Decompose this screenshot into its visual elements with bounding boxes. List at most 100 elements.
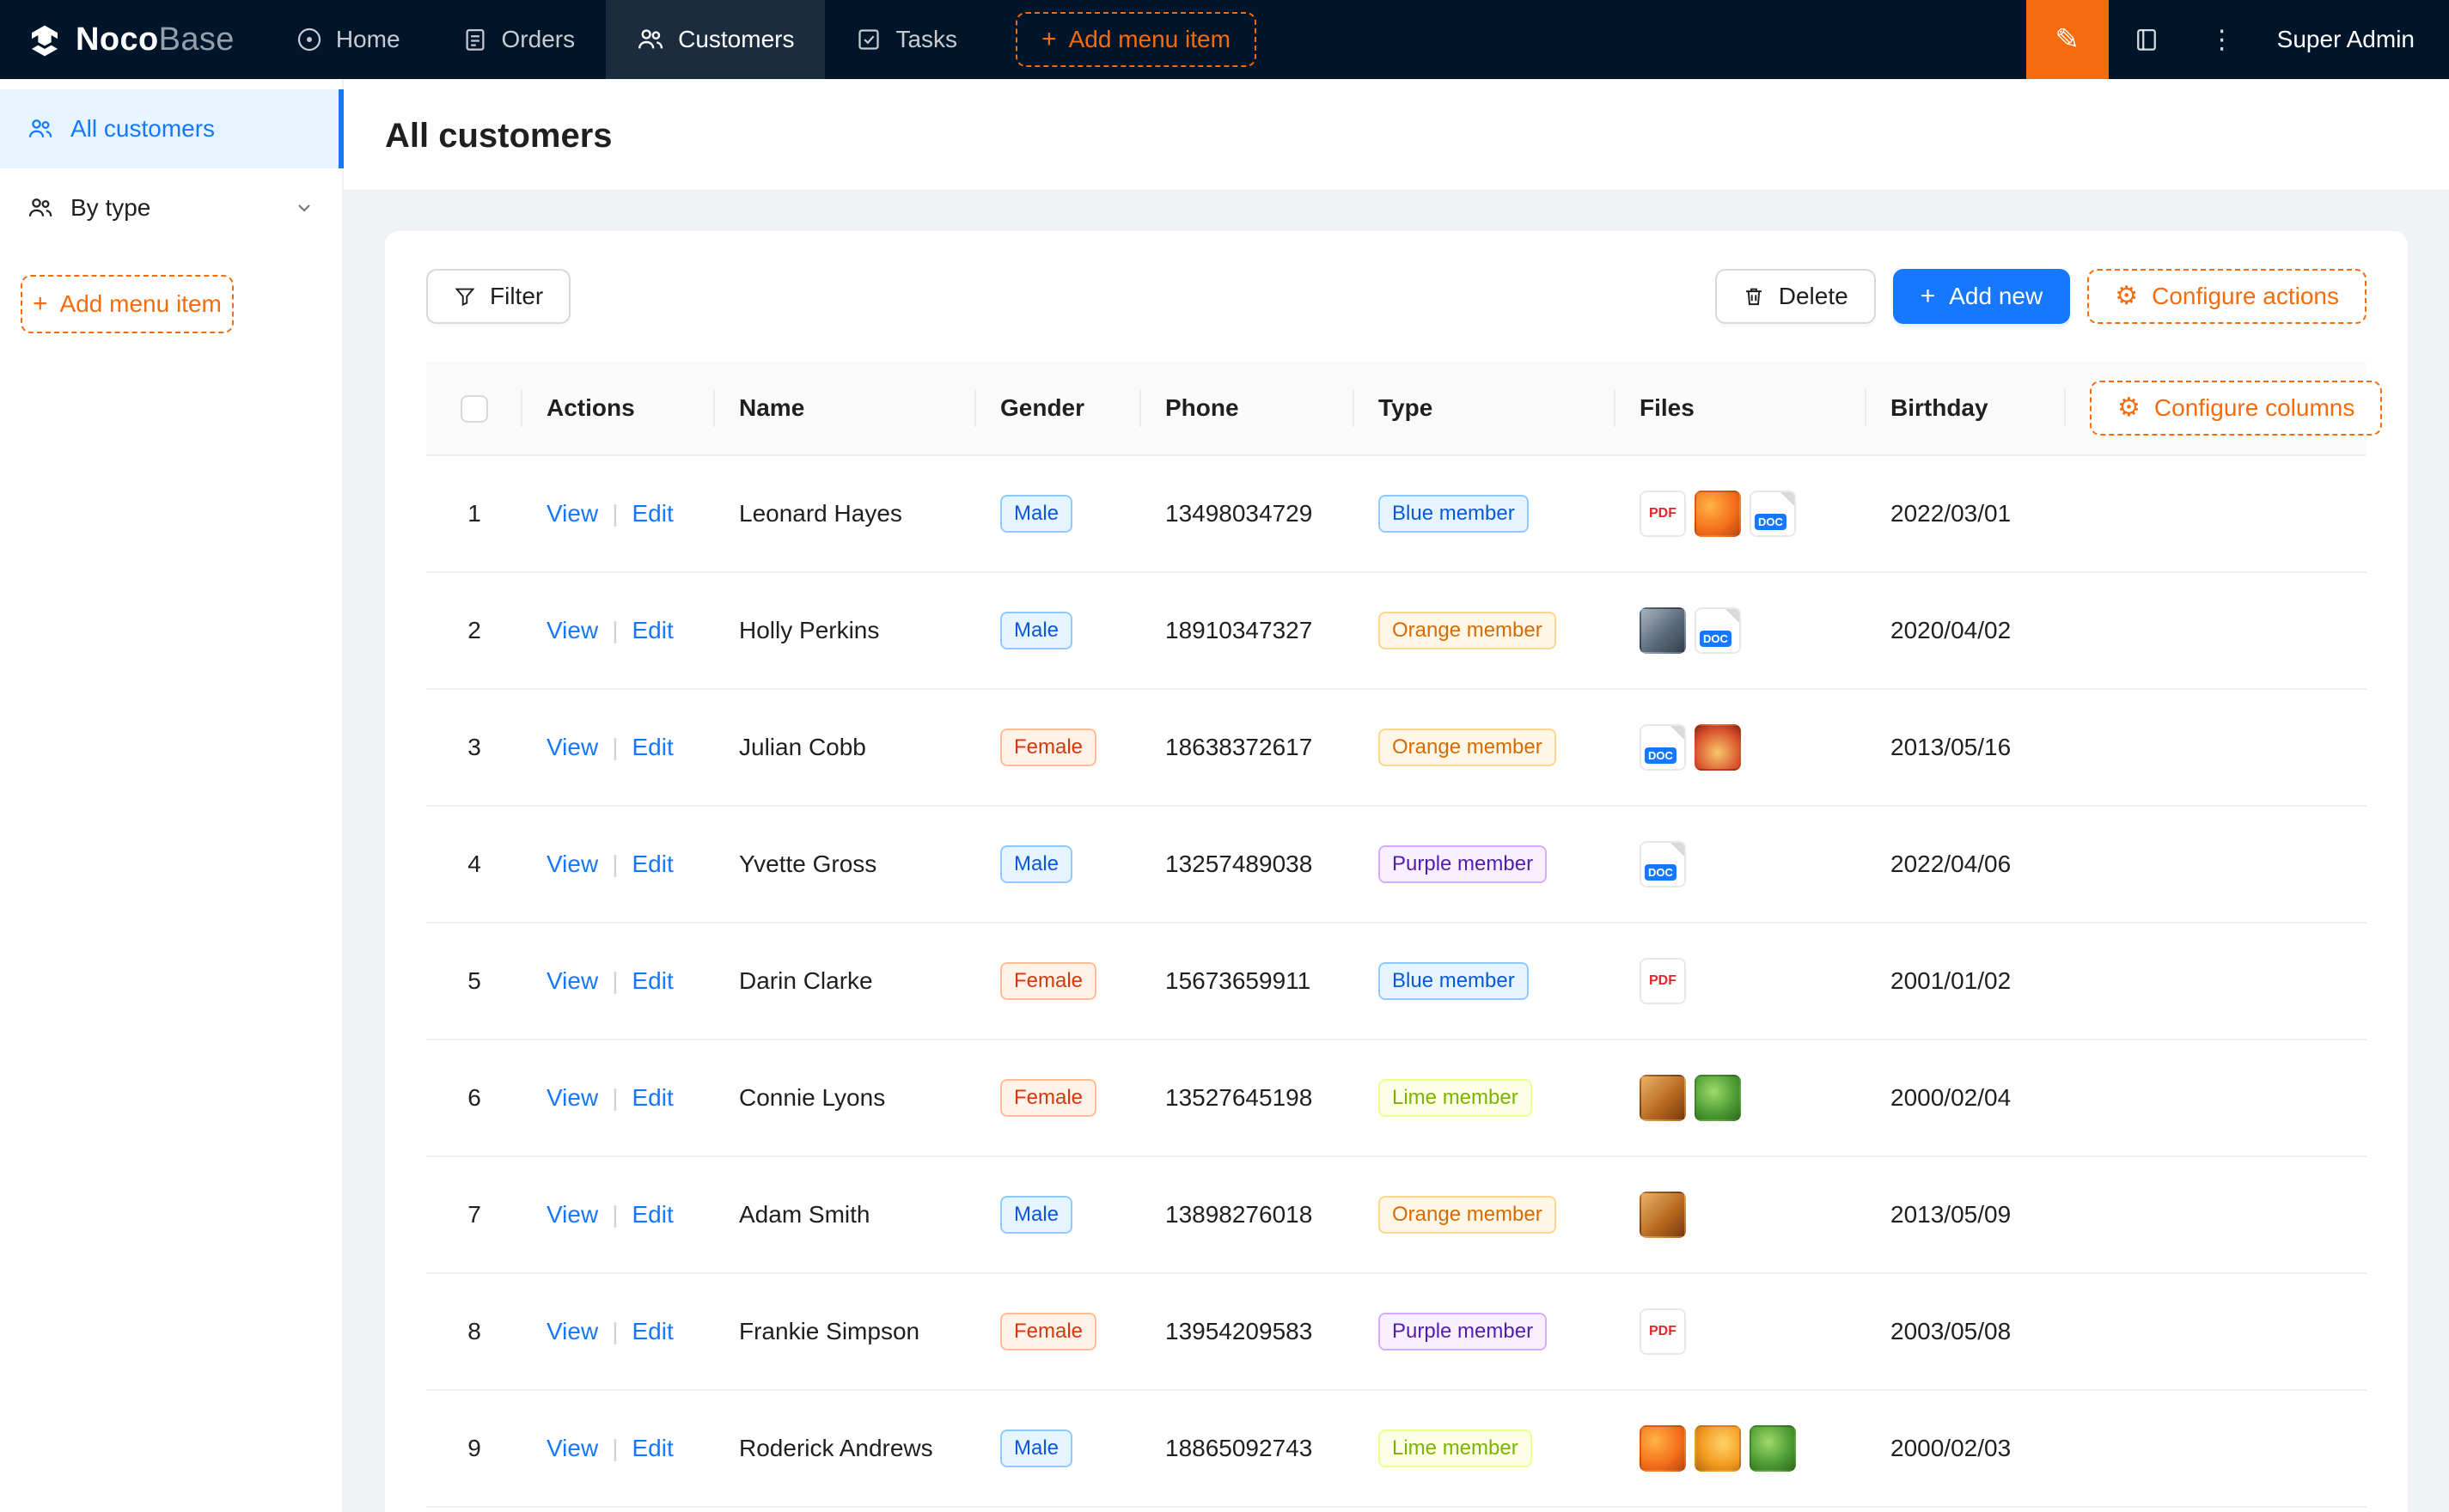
pdf-file-icon[interactable]: PDF xyxy=(1640,491,1686,537)
row-index-cell: 5 xyxy=(426,923,522,1040)
top-navbar: NocoBase Home Orders Customers Tasks + A… xyxy=(0,0,2449,79)
column-header-birthday: Birthday xyxy=(1866,362,2066,455)
view-link[interactable]: View xyxy=(547,500,598,527)
image-thumbnail[interactable] xyxy=(1695,1075,1741,1121)
row-actions-cell: View|Edit xyxy=(522,923,715,1040)
vertical-ellipsis-icon: ⋮ xyxy=(2209,25,2235,55)
edit-link[interactable]: Edit xyxy=(632,617,673,643)
user-menu[interactable]: Super Admin xyxy=(2260,0,2449,79)
image-thumbnail[interactable] xyxy=(1695,724,1741,771)
type-tag: Purple member xyxy=(1378,1313,1547,1350)
edit-link[interactable]: Edit xyxy=(632,1435,673,1461)
name-cell: Frankie Simpson xyxy=(715,1273,976,1390)
phone-cell: 18865092743 xyxy=(1141,1390,1354,1507)
add-new-button[interactable]: + Add new xyxy=(1893,269,2071,324)
nav-item-customers[interactable]: Customers xyxy=(606,0,825,79)
gender-tag: Male xyxy=(1000,1196,1072,1234)
docs-book-button[interactable] xyxy=(2109,0,2184,79)
row-index-cell: 2 xyxy=(426,572,522,689)
table-row: 4View|EditYvette GrossMale13257489038Pur… xyxy=(426,806,2367,923)
view-link[interactable]: View xyxy=(547,617,598,643)
nav-item-tasks[interactable]: Tasks xyxy=(825,0,988,79)
type-cell: Orange member xyxy=(1354,689,1615,806)
table-row: 8View|EditFrankie SimpsonFemale139542095… xyxy=(426,1273,2367,1390)
image-thumbnail[interactable] xyxy=(1640,1075,1686,1121)
doc-file-icon[interactable]: DOC xyxy=(1640,724,1686,771)
doc-file-icon[interactable]: DOC xyxy=(1640,841,1686,887)
delete-button[interactable]: Delete xyxy=(1715,269,1876,324)
row-actions-cell: View|Edit xyxy=(522,1273,715,1390)
files-cell xyxy=(1615,1040,1866,1156)
column-header-gender: Gender xyxy=(976,362,1141,455)
type-tag: Lime member xyxy=(1378,1079,1532,1117)
action-divider: | xyxy=(612,617,618,643)
navbar-right: ✎ ⋮ Super Admin xyxy=(2026,0,2449,79)
view-link[interactable]: View xyxy=(547,850,598,877)
image-thumbnail[interactable] xyxy=(1695,491,1741,537)
nav-item-label: Customers xyxy=(678,26,794,53)
column-header-name: Name xyxy=(715,362,976,455)
phone-cell: 18910347327 xyxy=(1141,572,1354,689)
select-all-checkbox[interactable] xyxy=(461,395,488,423)
edit-link[interactable]: Edit xyxy=(632,734,673,760)
more-options-button[interactable]: ⋮ xyxy=(2184,0,2260,79)
people-icon xyxy=(637,26,664,53)
edit-link[interactable]: Edit xyxy=(632,967,673,994)
nav-item-orders[interactable]: Orders xyxy=(431,0,607,79)
main-content: All customers Filter Delete xyxy=(344,79,2449,1512)
edit-link[interactable]: Edit xyxy=(632,1201,673,1228)
edit-link[interactable]: Edit xyxy=(632,500,673,527)
home-icon xyxy=(296,27,322,52)
image-thumbnail[interactable] xyxy=(1695,1425,1741,1472)
pdf-file-icon[interactable]: PDF xyxy=(1640,1308,1686,1355)
birthday-cell: 2001/01/02 xyxy=(1866,923,2066,1040)
nocobase-logo[interactable]: NocoBase xyxy=(0,0,266,79)
row-actions-cell: View|Edit xyxy=(522,1390,715,1507)
add-menu-item-button[interactable]: + Add menu item xyxy=(1016,12,1256,67)
filler-cell xyxy=(2066,455,2367,572)
view-link[interactable]: View xyxy=(547,734,598,760)
image-thumbnail[interactable] xyxy=(1640,1192,1686,1238)
sidebar-add-menu-item-button[interactable]: + Add menu item xyxy=(21,275,234,333)
view-link[interactable]: View xyxy=(547,967,598,994)
filler-cell xyxy=(2066,572,2367,689)
sidebar-item-all-customers[interactable]: All customers xyxy=(0,89,342,168)
ui-editor-button[interactable]: ✎ xyxy=(2026,0,2109,79)
nav-item-home[interactable]: Home xyxy=(266,0,431,79)
row-actions-cell: View|Edit xyxy=(522,689,715,806)
birthday-cell: 2022/03/01 xyxy=(1866,455,2066,572)
doc-file-icon[interactable]: DOC xyxy=(1695,607,1741,654)
table-row: 5View|EditDarin ClarkeFemale15673659911B… xyxy=(426,923,2367,1040)
gender-tag: Female xyxy=(1000,729,1096,766)
table-row: 7View|EditAdam SmithMale13898276018Orang… xyxy=(426,1156,2367,1273)
doc-file-icon[interactable]: DOC xyxy=(1750,491,1796,537)
table-row: 1View|EditLeonard HayesMale13498034729Bl… xyxy=(426,455,2367,572)
pdf-file-icon[interactable]: PDF xyxy=(1640,958,1686,1004)
filter-button[interactable]: Filter xyxy=(426,269,571,324)
column-header-files: Files xyxy=(1615,362,1866,455)
configure-columns-button[interactable]: ⚙ Configure columns xyxy=(2090,381,2382,436)
view-link[interactable]: View xyxy=(547,1084,598,1111)
highlighter-pen-icon: ✎ xyxy=(2055,22,2080,57)
file-thumbnails: DOC xyxy=(1640,724,1842,771)
sidebar-item-by-type[interactable]: By type xyxy=(0,168,342,247)
type-cell: Blue member xyxy=(1354,923,1615,1040)
configure-actions-button[interactable]: ⚙ Configure actions xyxy=(2087,269,2367,324)
plus-icon: + xyxy=(33,291,48,317)
image-thumbnail[interactable] xyxy=(1640,1425,1686,1472)
type-tag: Blue member xyxy=(1378,962,1529,1000)
file-thumbnails xyxy=(1640,1192,1842,1238)
phone-cell: 13527645198 xyxy=(1141,1040,1354,1156)
edit-link[interactable]: Edit xyxy=(632,1084,673,1111)
image-thumbnail[interactable] xyxy=(1640,607,1686,654)
image-thumbnail[interactable] xyxy=(1750,1425,1796,1472)
type-cell: Orange member xyxy=(1354,1156,1615,1273)
row-index-cell: 1 xyxy=(426,455,522,572)
view-link[interactable]: View xyxy=(547,1435,598,1461)
type-tag: Purple member xyxy=(1378,845,1547,883)
edit-link[interactable]: Edit xyxy=(632,850,673,877)
edit-link[interactable]: Edit xyxy=(632,1318,673,1344)
view-link[interactable]: View xyxy=(547,1201,598,1228)
files-cell: PDF xyxy=(1615,923,1866,1040)
view-link[interactable]: View xyxy=(547,1318,598,1344)
